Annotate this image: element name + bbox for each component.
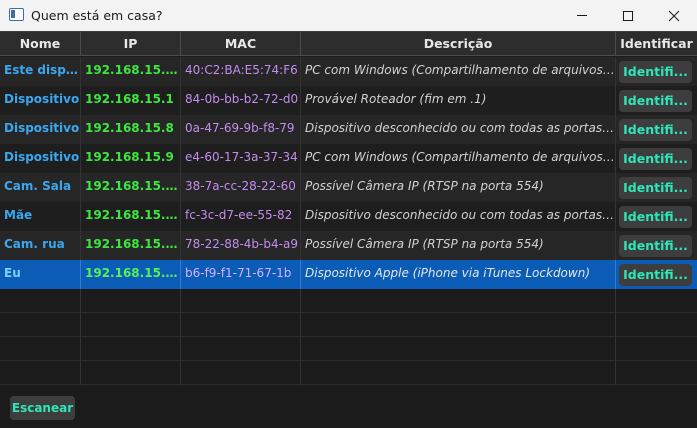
close-button[interactable] [651,0,697,31]
header-descricao[interactable]: Descrição [301,32,616,56]
empty-cell [81,313,181,337]
empty-row [0,361,697,385]
cell-ip: 192.168.15.19 [81,57,181,86]
cell-mac: b6-f9-f1-71-67-1b [181,260,301,289]
cell-descricao: Dispositivo Apple (iPhone via iTunes Loc… [301,260,616,289]
empty-cell [616,361,697,385]
cell-descricao: Possível Câmera IP (RTSP na porta 554) [301,231,616,260]
cell-nome: Este dispo... [0,57,81,86]
empty-cell [0,337,81,361]
cell-identificar: Identifi... [616,115,697,144]
empty-cell [81,289,181,313]
footer-bar [0,386,697,428]
cell-nome: Dispositivo [0,86,81,115]
cell-mac: fc-3c-d7-ee-55-82 [181,202,301,231]
table-row[interactable]: Dispositivo 192.168.15.1 84-0b-bb-b2-72-d0… [0,86,697,115]
table-row[interactable]: Dispositivo 192.168.15.8 0a-47-69-9b-f8-79… [0,115,697,144]
title-bar[interactable]: Quem está em casa? [0,0,697,31]
identify-button[interactable]: Identifi... [619,119,692,141]
identify-button[interactable]: Identifi... [619,206,692,228]
cell-ip: 192.168.15.34 [81,231,181,260]
empty-cell [81,337,181,361]
cell-mac: 38-7a-cc-28-22-60 [181,173,301,202]
cell-descricao: Dispositivo desconhecido ou com todas as… [301,202,616,231]
cell-ip: 192.168.15.20 [81,173,181,202]
cell-mac: 0a-47-69-9b-f8-79 [181,115,301,144]
table-header: Nome IP MAC Descrição Identificar [0,32,697,56]
devices-table[interactable]: Nome IP MAC Descrição Identificar Este d… [0,31,697,386]
app-window-icon [9,8,24,21]
empty-cell [181,361,301,385]
cell-nome: Eu [0,260,81,289]
cell-nome: Cam. Sala [0,173,81,202]
cell-mac: 78-22-88-4b-b4-a9 [181,231,301,260]
cell-nome: Dispositivo [0,115,81,144]
cell-nome: Dispositivo [0,144,81,173]
header-ip[interactable]: IP [81,32,181,56]
empty-cell [181,313,301,337]
empty-cell [616,313,697,337]
scan-button[interactable]: Escanear [10,396,75,420]
cell-nome: Cam. rua [0,231,81,260]
cell-identificar: Identifi... [616,231,697,260]
cell-mac: 40:C2:BA:E5:74:F6 [181,57,301,86]
table-row[interactable]: Este dispo... 192.168.15.19 40:C2:BA:E5:74… [0,57,697,86]
empty-cell [301,289,616,313]
empty-row [0,289,697,313]
cell-identificar: Identifi... [616,202,697,231]
header-identificar[interactable]: Identificar [616,32,697,56]
cell-identificar: Identifi... [616,173,697,202]
cell-identificar: Identifi... [616,260,697,289]
identify-button[interactable]: Identifi... [619,148,692,170]
cell-identificar: Identifi... [616,144,697,173]
identify-button[interactable]: Identifi... [619,177,692,199]
close-icon [668,10,680,21]
empty-cell [0,361,81,385]
cell-identificar: Identifi... [616,86,697,115]
empty-cell [301,313,616,337]
maximize-icon [623,10,633,21]
window-title: Quem está em casa? [31,8,163,23]
empty-cell [616,289,697,313]
cell-mac: e4-60-17-3a-37-34 [181,144,301,173]
cell-ip: 192.168.15.38 [81,260,181,289]
cell-descricao: PC com Windows (Compartilhamento de arqu… [301,57,616,86]
empty-cell [0,289,81,313]
cell-mac: 84-0b-bb-b2-72-d0 [181,86,301,115]
table-row[interactable]: Mãe 192.168.15.26 fc-3c-d7-ee-55-82 Disposi… [0,202,697,231]
cell-descricao: Possível Câmera IP (RTSP na porta 554) [301,173,616,202]
empty-cell [301,361,616,385]
cell-ip: 192.168.15.9 [81,144,181,173]
empty-cell [81,361,181,385]
maximize-button[interactable] [605,0,651,31]
cell-ip: 192.168.15.26 [81,202,181,231]
empty-cell [0,313,81,337]
table-row[interactable]: Dispositivo 192.168.15.9 e4-60-17-3a-37-34… [0,144,697,173]
cell-descricao: PC com Windows (Compartilhamento de arqu… [301,144,616,173]
minimize-button[interactable] [559,0,605,31]
cell-descricao: Provável Roteador (fim em .1) [301,86,616,115]
cell-identificar: Identifi... [616,57,697,86]
cell-ip: 192.168.15.8 [81,115,181,144]
identify-button[interactable]: Identifi... [619,264,692,286]
identify-button[interactable]: Identifi... [619,235,692,257]
identify-button[interactable]: Identifi... [619,90,692,112]
empty-cell [181,289,301,313]
empty-cell [181,337,301,361]
header-nome[interactable]: Nome [0,32,81,56]
empty-row [0,337,697,361]
cell-descricao: Dispositivo desconhecido ou com todas as… [301,115,616,144]
cell-nome: Mãe [0,202,81,231]
table-row[interactable]: Cam. rua 192.168.15.34 78-22-88-4b-b4-a9 Po… [0,231,697,260]
empty-cell [301,337,616,361]
table-row[interactable]: Cam. Sala 192.168.15.20 38-7a-cc-28-22-60 P… [0,173,697,202]
header-mac[interactable]: MAC [181,32,301,56]
identify-button[interactable]: Identifi... [619,61,692,83]
cell-ip: 192.168.15.1 [81,86,181,115]
app-window: Quem está em casa? Nome IP MAC Descrição… [0,0,697,428]
table-row[interactable]: Eu 192.168.15.38 b6-f9-f1-71-67-1b Disposit… [0,260,697,289]
minimize-icon [577,15,587,16]
empty-row [0,313,697,337]
empty-cell [616,337,697,361]
